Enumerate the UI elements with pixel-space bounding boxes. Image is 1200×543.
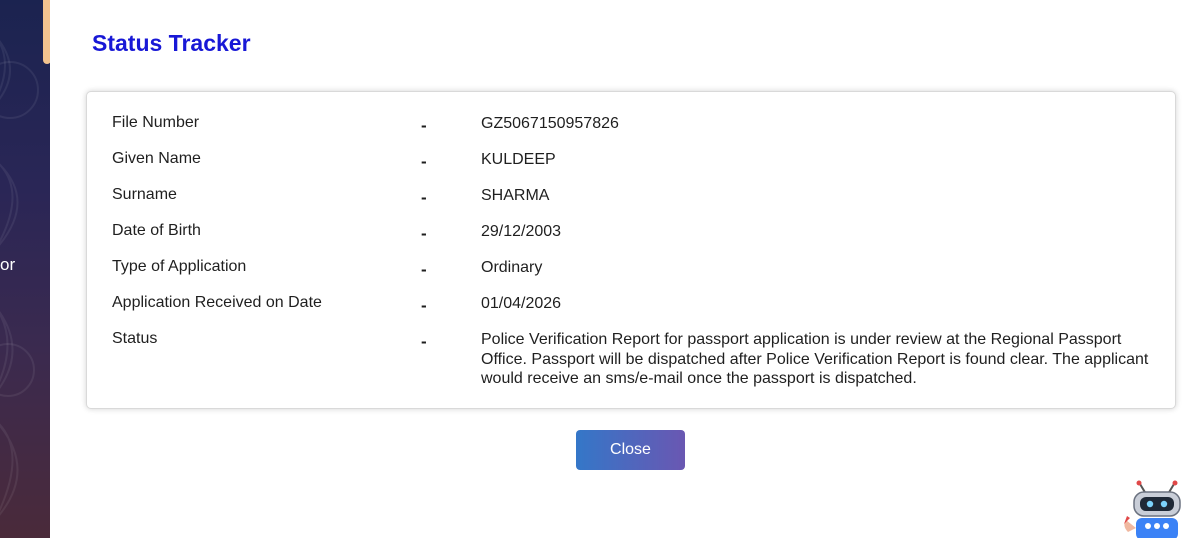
detail-value: GZ5067150957826 bbox=[481, 115, 619, 132]
detail-separator: - bbox=[421, 332, 427, 351]
detail-value: 29/12/2003 bbox=[481, 223, 562, 240]
detail-separator: - bbox=[421, 296, 427, 315]
detail-separator: - bbox=[421, 152, 427, 171]
detail-label: File Number bbox=[112, 114, 200, 131]
detail-separator: - bbox=[421, 224, 427, 243]
detail-value: SHARMA bbox=[481, 187, 550, 204]
status-tracker-modal: Status Tracker File Number - GZ506715095… bbox=[50, 0, 1200, 538]
modal-title: Status Tracker bbox=[92, 30, 251, 56]
detail-label: Given Name bbox=[112, 150, 201, 167]
close-button[interactable]: Close bbox=[576, 430, 685, 470]
status-message: Police Verification Report for passport … bbox=[481, 331, 1149, 387]
detail-label: Status bbox=[112, 330, 158, 347]
detail-separator: - bbox=[421, 260, 427, 279]
detail-label: Type of Application bbox=[112, 258, 247, 275]
detail-label: Surname bbox=[112, 186, 177, 203]
detail-value: 01/04/2026 bbox=[481, 295, 562, 312]
chatbot-launcher[interactable] bbox=[1120, 480, 1200, 540]
detail-label: Application Received on Date bbox=[112, 294, 322, 311]
detail-label: Date of Birth bbox=[112, 222, 201, 239]
background-side-text: or bbox=[0, 255, 16, 274]
background-panel: or bbox=[0, 0, 50, 538]
robot-icon bbox=[1124, 480, 1181, 540]
detail-value: KULDEEP bbox=[481, 151, 556, 168]
detail-separator: - bbox=[421, 116, 427, 135]
status-details-card: File Number - GZ5067150957826 Given Name… bbox=[86, 91, 1176, 409]
detail-value: Ordinary bbox=[481, 259, 543, 276]
detail-separator: - bbox=[421, 188, 427, 207]
